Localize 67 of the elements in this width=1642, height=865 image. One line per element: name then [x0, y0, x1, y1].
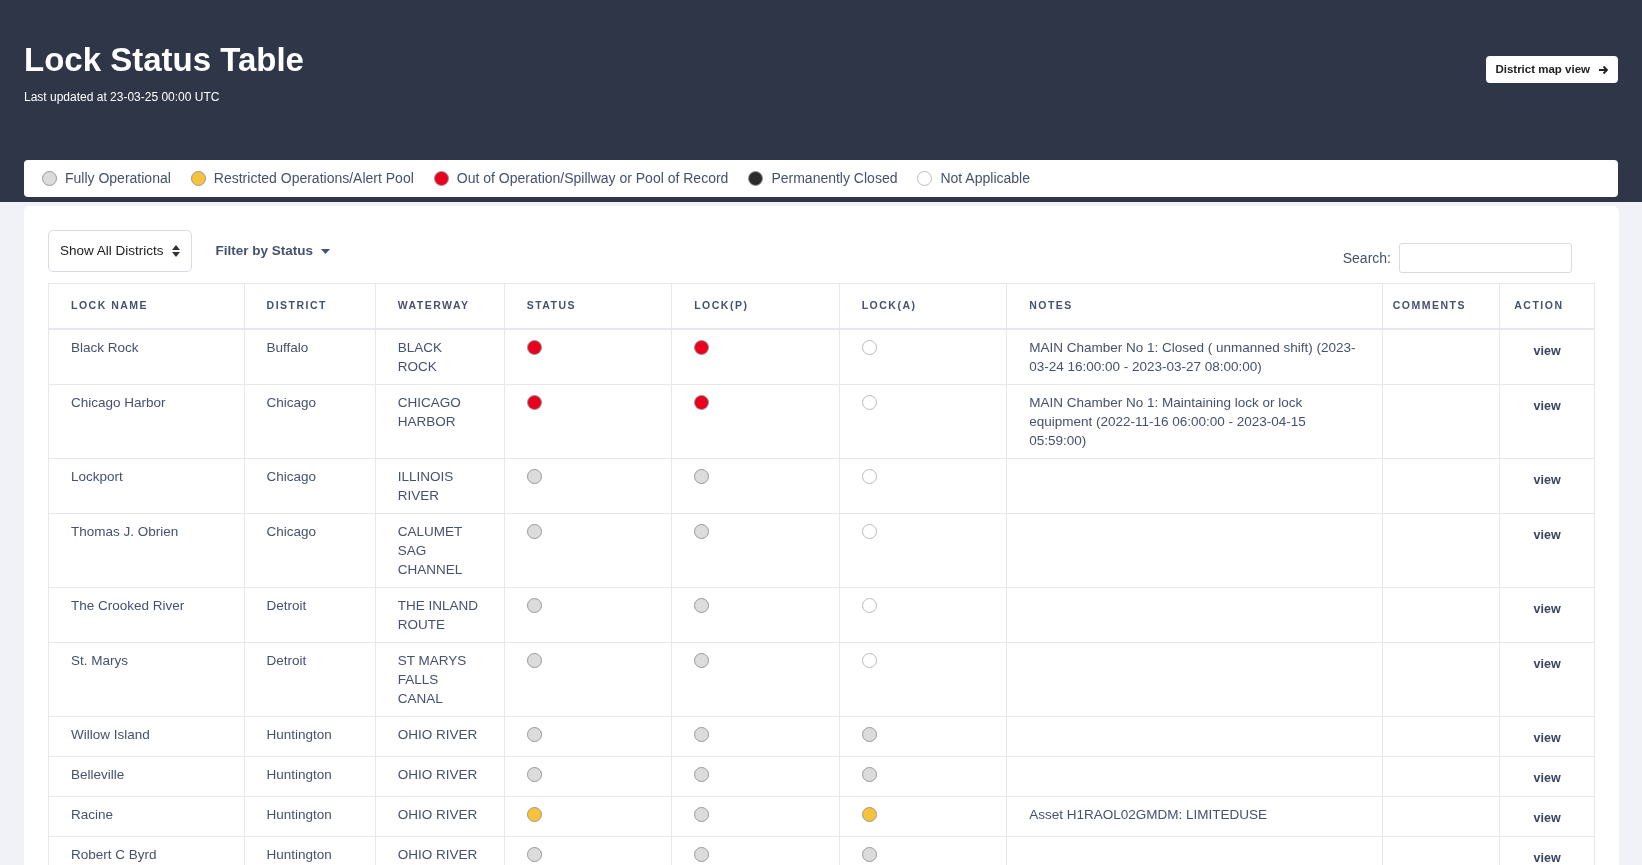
waterway: OHIO RIVER — [397, 846, 478, 862]
lock-name: Racine — [71, 806, 114, 822]
lock-name: Black Rock — [71, 339, 139, 355]
lock-name: Thomas J. Obrien — [71, 523, 179, 539]
waterway: ILLINOIS RIVER — [397, 468, 454, 503]
search-field[interactable] — [1399, 243, 1572, 273]
district: Buffalo — [266, 339, 309, 355]
legend-label: Restricted Operations/Alert Pool — [213, 168, 414, 188]
legend-label: Fully Operational — [65, 168, 171, 188]
waterway: BLACK ROCK — [397, 339, 442, 374]
column-header: STATUS — [504, 283, 672, 329]
waterway: THE INLAND ROUTE — [397, 597, 478, 632]
search-label: Search: — [1342, 248, 1391, 268]
column-header: NOTES — [1006, 283, 1383, 329]
column-header: LOCK(A) — [839, 283, 1007, 329]
legend-label: Not Applicable — [940, 168, 1030, 188]
lock-name: The Crooked River — [71, 597, 185, 613]
waterway: CALUMET SAG CHANNEL — [397, 523, 463, 577]
district-select[interactable]: Show All Districts — [48, 230, 192, 273]
lock-name: St. Marys — [71, 652, 128, 668]
district: Detroit — [266, 597, 307, 613]
waterway: OHIO RIVER — [397, 806, 478, 822]
view-link[interactable]: view — [1533, 808, 1561, 828]
lock-name: Robert C Byrd — [71, 846, 157, 862]
district-map-view-button[interactable]: District map view — [1486, 56, 1618, 84]
column-header: LOCK NAME — [48, 283, 245, 329]
district: Chicago — [266, 523, 317, 539]
view-link[interactable]: view — [1533, 341, 1561, 361]
view-link[interactable]: view — [1533, 848, 1561, 865]
column-header: COMMENTS — [1382, 283, 1500, 329]
column-header: LOCK(P) — [671, 283, 840, 329]
lock-name: Lockport — [71, 468, 123, 484]
view-link[interactable]: view — [1533, 728, 1561, 748]
district: Detroit — [266, 652, 307, 668]
district: Huntington — [266, 806, 332, 822]
lock-name: Belleville — [71, 766, 125, 782]
notes-text: Asset H1RAOL02GMDM: LIMITEDUSE — [1029, 806, 1267, 822]
filter-status-dropdown[interactable]: Filter by Status — [209, 240, 337, 263]
legend-label: Out of Operation/Spillway or Pool of Record — [456, 168, 729, 188]
waterway: OHIO RIVER — [397, 726, 478, 742]
last-updated-text: Last updated at 23-03-25 00:00 UTC — [24, 88, 221, 106]
district: Huntington — [266, 726, 332, 742]
waterway: OHIO RIVER — [397, 766, 478, 782]
view-link[interactable]: view — [1533, 525, 1561, 545]
page-title: Lock Status Table — [24, 40, 304, 80]
waterway: ST MARYS FALLS CANAL — [397, 652, 467, 706]
notes-text: MAIN Chamber No 1: Closed ( unmanned shift) (2023-03-24 16:00:00 - 2023-03-27 08:00:00) — [1029, 339, 1356, 374]
column-header: ACTION — [1499, 283, 1595, 329]
district: Chicago — [266, 394, 317, 410]
notes-text: MAIN Chamber No 1: Maintaining lock or lock equipment (2022-11-16 06:00:00 - 2023-04-15 05:59:00) — [1029, 394, 1306, 448]
view-link[interactable]: view — [1533, 470, 1561, 490]
lock-name: Chicago Harbor — [71, 394, 166, 410]
view-link[interactable]: view — [1533, 396, 1561, 416]
district: Huntington — [266, 766, 332, 782]
caret-icon — [321, 248, 331, 254]
column-header: DISTRICT — [244, 283, 376, 329]
district: Chicago — [266, 468, 317, 484]
waterway: CHICAGO HARBOR — [397, 394, 461, 429]
district: Huntington — [266, 846, 332, 862]
view-link[interactable]: view — [1533, 599, 1561, 619]
view-link[interactable]: view — [1533, 654, 1561, 674]
lock-name: Willow Island — [71, 726, 150, 742]
column-header: WATERWAY — [375, 283, 505, 329]
sort-caret-icon — [171, 245, 180, 258]
legend-label: Permanently Closed — [771, 168, 898, 188]
view-link[interactable]: view — [1533, 768, 1561, 788]
arrow-right-icon — [1598, 64, 1609, 75]
